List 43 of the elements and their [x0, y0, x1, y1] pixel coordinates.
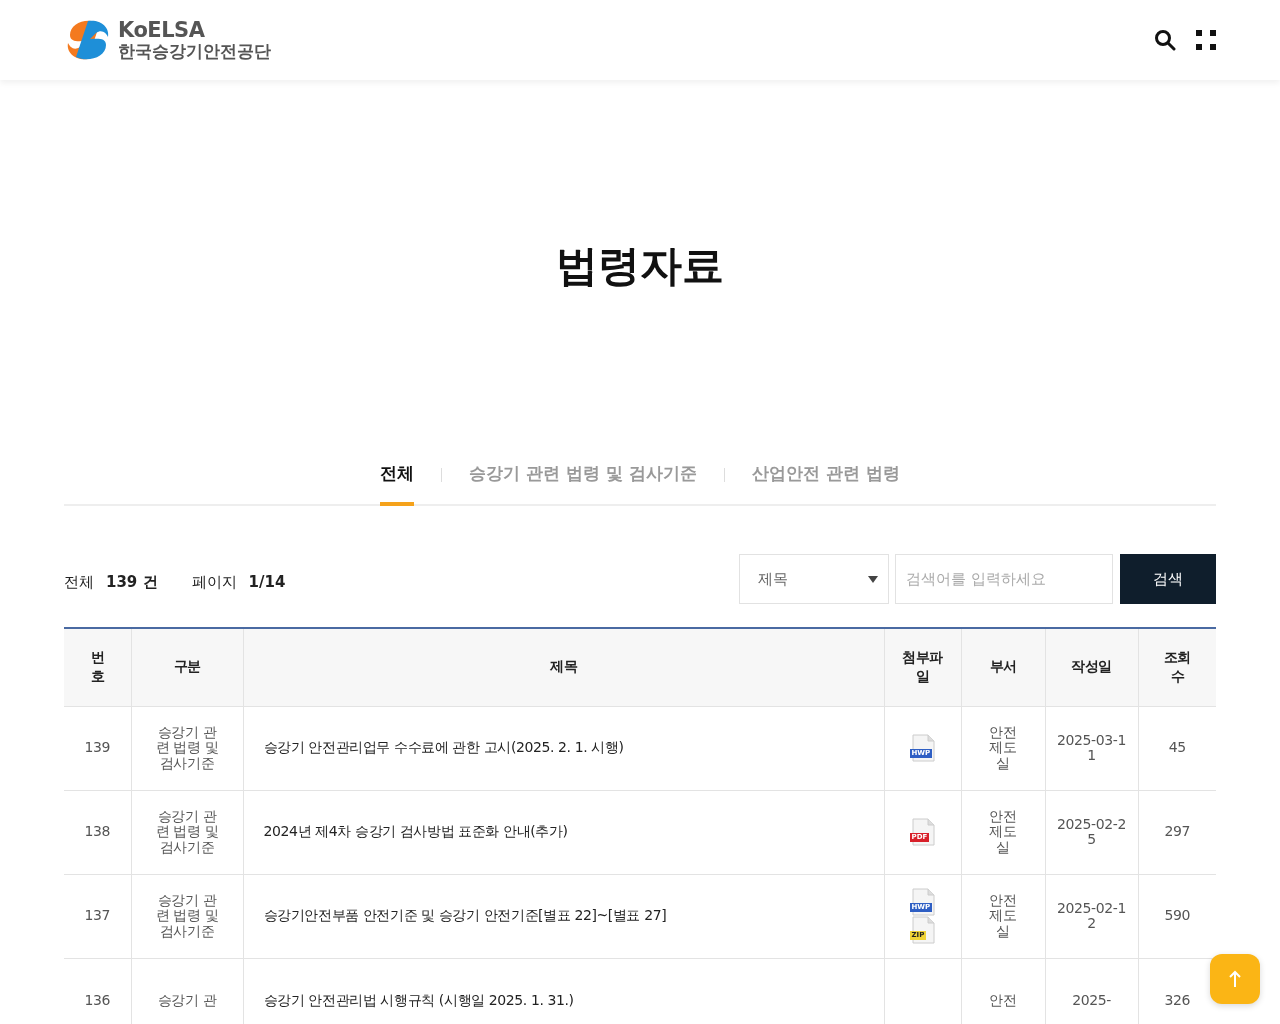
date-cell: 2025-02-12: [1045, 874, 1138, 958]
views-cell: 45: [1138, 706, 1216, 790]
department-cell: 안전제도실: [961, 874, 1045, 958]
column-header: 조회수: [1138, 628, 1216, 706]
number-cell: 136: [64, 958, 131, 1024]
search-button[interactable]: 검색: [1120, 554, 1216, 604]
column-header: 구분: [131, 628, 243, 706]
search-icon[interactable]: [1154, 29, 1176, 51]
category-tab[interactable]: 전체: [380, 452, 415, 506]
search-field-select[interactable]: 제목: [739, 554, 889, 604]
column-header: 부서: [961, 628, 1045, 706]
column-header: 첨부파일: [884, 628, 961, 706]
category-cell: 승강기 관련 법령 및 검사기준: [131, 874, 243, 958]
logo-subtitle[interactable]: 한국승강기안전공단: [118, 43, 271, 60]
views-cell: 297: [1138, 790, 1216, 874]
post-title-link[interactable]: 승강기안전부품 안전기준 및 승강기 안전기준[별표 22]~[별표 27]: [243, 874, 884, 958]
views-cell: 590: [1138, 874, 1216, 958]
post-title-link[interactable]: 승강기 안전관리법 시행규칙 (시행일 2025. 1. 31.): [243, 958, 884, 1024]
category-cell: 승강기 관련 법령 및 검사기준: [131, 706, 243, 790]
category-cell: 승강기 관: [131, 958, 243, 1024]
arrow-up-icon: [1228, 970, 1242, 988]
page-count: 페이지 1/14: [191, 572, 286, 592]
menu-icon[interactable]: [1196, 30, 1216, 50]
page-title: 법령자료: [555, 240, 725, 292]
column-header: 번호: [64, 628, 131, 706]
total-count: 전체 139 건: [64, 572, 158, 592]
search-input[interactable]: 검색어를 입력하세요: [895, 554, 1113, 604]
post-title-link[interactable]: 2024년 제4차 승강기 검사방법 표준화 안내(추가): [243, 790, 884, 874]
category-cell: 승강기 관련 법령 및 검사기준: [131, 790, 243, 874]
department-cell: 안전제도실: [961, 706, 1045, 790]
logo-title[interactable]: KoELSA: [118, 20, 271, 41]
date-cell: 2025-: [1045, 958, 1138, 1024]
department-cell: 안전: [961, 958, 1045, 1024]
date-cell: 2025-02-25: [1045, 790, 1138, 874]
date-cell: 2025-03-11: [1045, 706, 1138, 790]
number-cell: 138: [64, 790, 131, 874]
number-cell: 137: [64, 874, 131, 958]
post-title-link[interactable]: 승강기 안전관리업무 수수료에 관한 고시(2025. 2. 1. 시행): [243, 706, 884, 790]
caret-icon: [868, 575, 878, 583]
column-header: 제목: [243, 628, 884, 706]
department-cell: 안전제도실: [961, 790, 1045, 874]
number-cell: 139: [64, 706, 131, 790]
column-header: 작성일: [1045, 628, 1138, 706]
